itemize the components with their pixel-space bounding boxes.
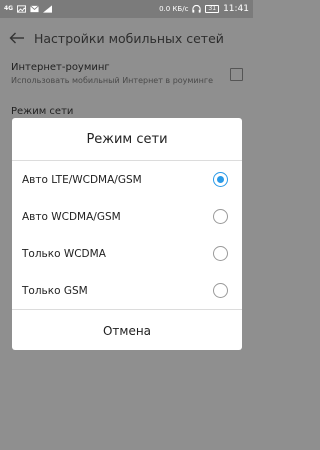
- battery-icon: 31: [205, 5, 220, 13]
- network-type-label: 4G: [4, 5, 14, 12]
- cancel-button[interactable]: Отмена: [12, 310, 242, 351]
- option-wcdma-only[interactable]: Только WCDMA: [12, 235, 242, 272]
- option-gsm-only[interactable]: Только GSM: [12, 272, 242, 309]
- option-auto-lte-wcdma-gsm[interactable]: Авто LTE/WCDMA/GSM: [12, 161, 242, 198]
- page-title: Настройки мобильных сетей: [34, 30, 224, 46]
- status-bar: 4G 0.0 КБ/с 31 11:41: [0, 0, 253, 18]
- clock: 11:41: [223, 4, 249, 14]
- network-mode-dialog: Режим сети Авто LTE/WCDMA/GSM Авто WCDMA…: [12, 118, 242, 350]
- status-bar-right: 0.0 КБ/с 31 11:41: [159, 4, 249, 14]
- radio-button-selected[interactable]: [213, 172, 228, 187]
- network-mode-setting[interactable]: Режим сети: [11, 106, 73, 117]
- radio-button[interactable]: [213, 209, 228, 224]
- network-speed: 0.0 КБ/с: [159, 5, 189, 13]
- option-label: Только GSM: [22, 284, 88, 297]
- roaming-title: Интернет-роуминг: [11, 62, 110, 73]
- envelope-icon: [30, 5, 39, 13]
- back-arrow-icon: [9, 32, 24, 44]
- option-label: Только WCDMA: [22, 247, 106, 260]
- image-icon: [17, 5, 27, 13]
- roaming-setting[interactable]: Интернет-роуминг Использовать мобильный …: [11, 62, 246, 98]
- screen: 4G 0.0 КБ/с 31 11:41 Настройки мобильных…: [0, 0, 253, 450]
- radio-button[interactable]: [213, 246, 228, 261]
- headphones-icon: [192, 5, 202, 13]
- roaming-checkbox[interactable]: [230, 68, 243, 81]
- option-label: Авто LTE/WCDMA/GSM: [22, 173, 142, 186]
- radio-button[interactable]: [213, 283, 228, 298]
- roaming-subtitle: Использовать мобильный Интернет в роумин…: [11, 76, 213, 85]
- signal-icon: [43, 5, 53, 13]
- option-auto-wcdma-gsm[interactable]: Авто WCDMA/GSM: [12, 198, 242, 235]
- option-label: Авто WCDMA/GSM: [22, 210, 121, 223]
- app-bar: Настройки мобильных сетей: [0, 18, 253, 58]
- back-button[interactable]: [0, 18, 34, 58]
- dialog-title: Режим сети: [86, 131, 168, 147]
- status-bar-left: 4G: [4, 5, 53, 13]
